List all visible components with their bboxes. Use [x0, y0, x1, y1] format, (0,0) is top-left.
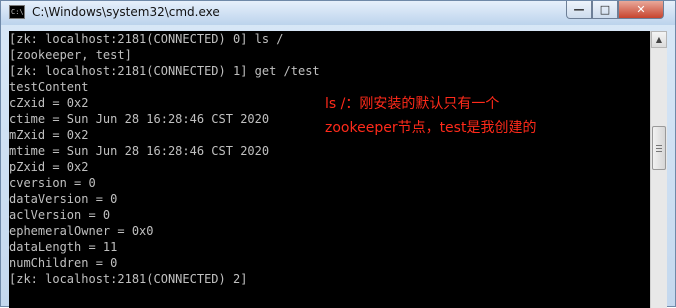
console-line: cversion = 0	[9, 176, 96, 190]
annotation-note-line-2: zookeeper节点，test是我创建的	[325, 120, 537, 136]
console-line: ephemeralOwner = 0x0	[9, 224, 154, 238]
annotation-note-line-1: ls /：刚安装的默认只有一个	[325, 96, 500, 112]
cmd-app-icon[interactable]: C:\	[9, 5, 25, 19]
console-line: mZxid = 0x2	[9, 128, 89, 142]
vertical-scrollbar[interactable]: ▲	[650, 31, 667, 308]
scroll-thumb[interactable]	[652, 126, 666, 170]
console-line: dataVersion = 0	[9, 192, 118, 206]
console-output[interactable]: [zk: localhost:2181(CONNECTED) 0] ls / […	[9, 31, 650, 308]
close-button[interactable]: ✕	[618, 1, 664, 19]
console-line: ctime = Sun Jun 28 16:28:46 CST 2020	[9, 112, 270, 126]
console-line: testContent	[9, 80, 89, 94]
console-line: numChildren = 0	[9, 256, 118, 270]
title-bar[interactable]: C:\ C:\Windows\system32\cmd.exe — □ ✕	[1, 1, 675, 25]
console-line: [zk: localhost:2181(CONNECTED) 1] get /t…	[9, 64, 320, 78]
console-line: dataLength = 11	[9, 240, 118, 254]
maximize-button[interactable]: □	[592, 1, 618, 19]
minimize-icon: —	[573, 3, 585, 16]
cmd-window: C:\ C:\Windows\system32\cmd.exe — □ ✕ [z…	[0, 0, 676, 308]
console-line: [zookeeper, test]	[9, 48, 132, 62]
console-line: pZxid = 0x2	[9, 160, 89, 174]
console-line: aclVersion = 0	[9, 208, 111, 222]
close-icon: ✕	[636, 3, 646, 16]
console-line: [zk: localhost:2181(CONNECTED) 0] ls /	[9, 32, 284, 46]
minimize-button[interactable]: —	[566, 1, 592, 19]
scroll-up-arrow-icon[interactable]: ▲	[651, 31, 667, 48]
grip-line	[656, 151, 662, 152]
grip-line	[656, 148, 662, 149]
window-title: C:\Windows\system32\cmd.exe	[32, 5, 220, 19]
maximize-icon: □	[599, 3, 611, 16]
console-line: mtime = Sun Jun 28 16:28:46 CST 2020	[9, 144, 270, 158]
grip-line	[656, 145, 662, 146]
console-line: [zk: localhost:2181(CONNECTED) 2]	[9, 272, 248, 286]
console-line: cZxid = 0x2	[9, 96, 89, 110]
